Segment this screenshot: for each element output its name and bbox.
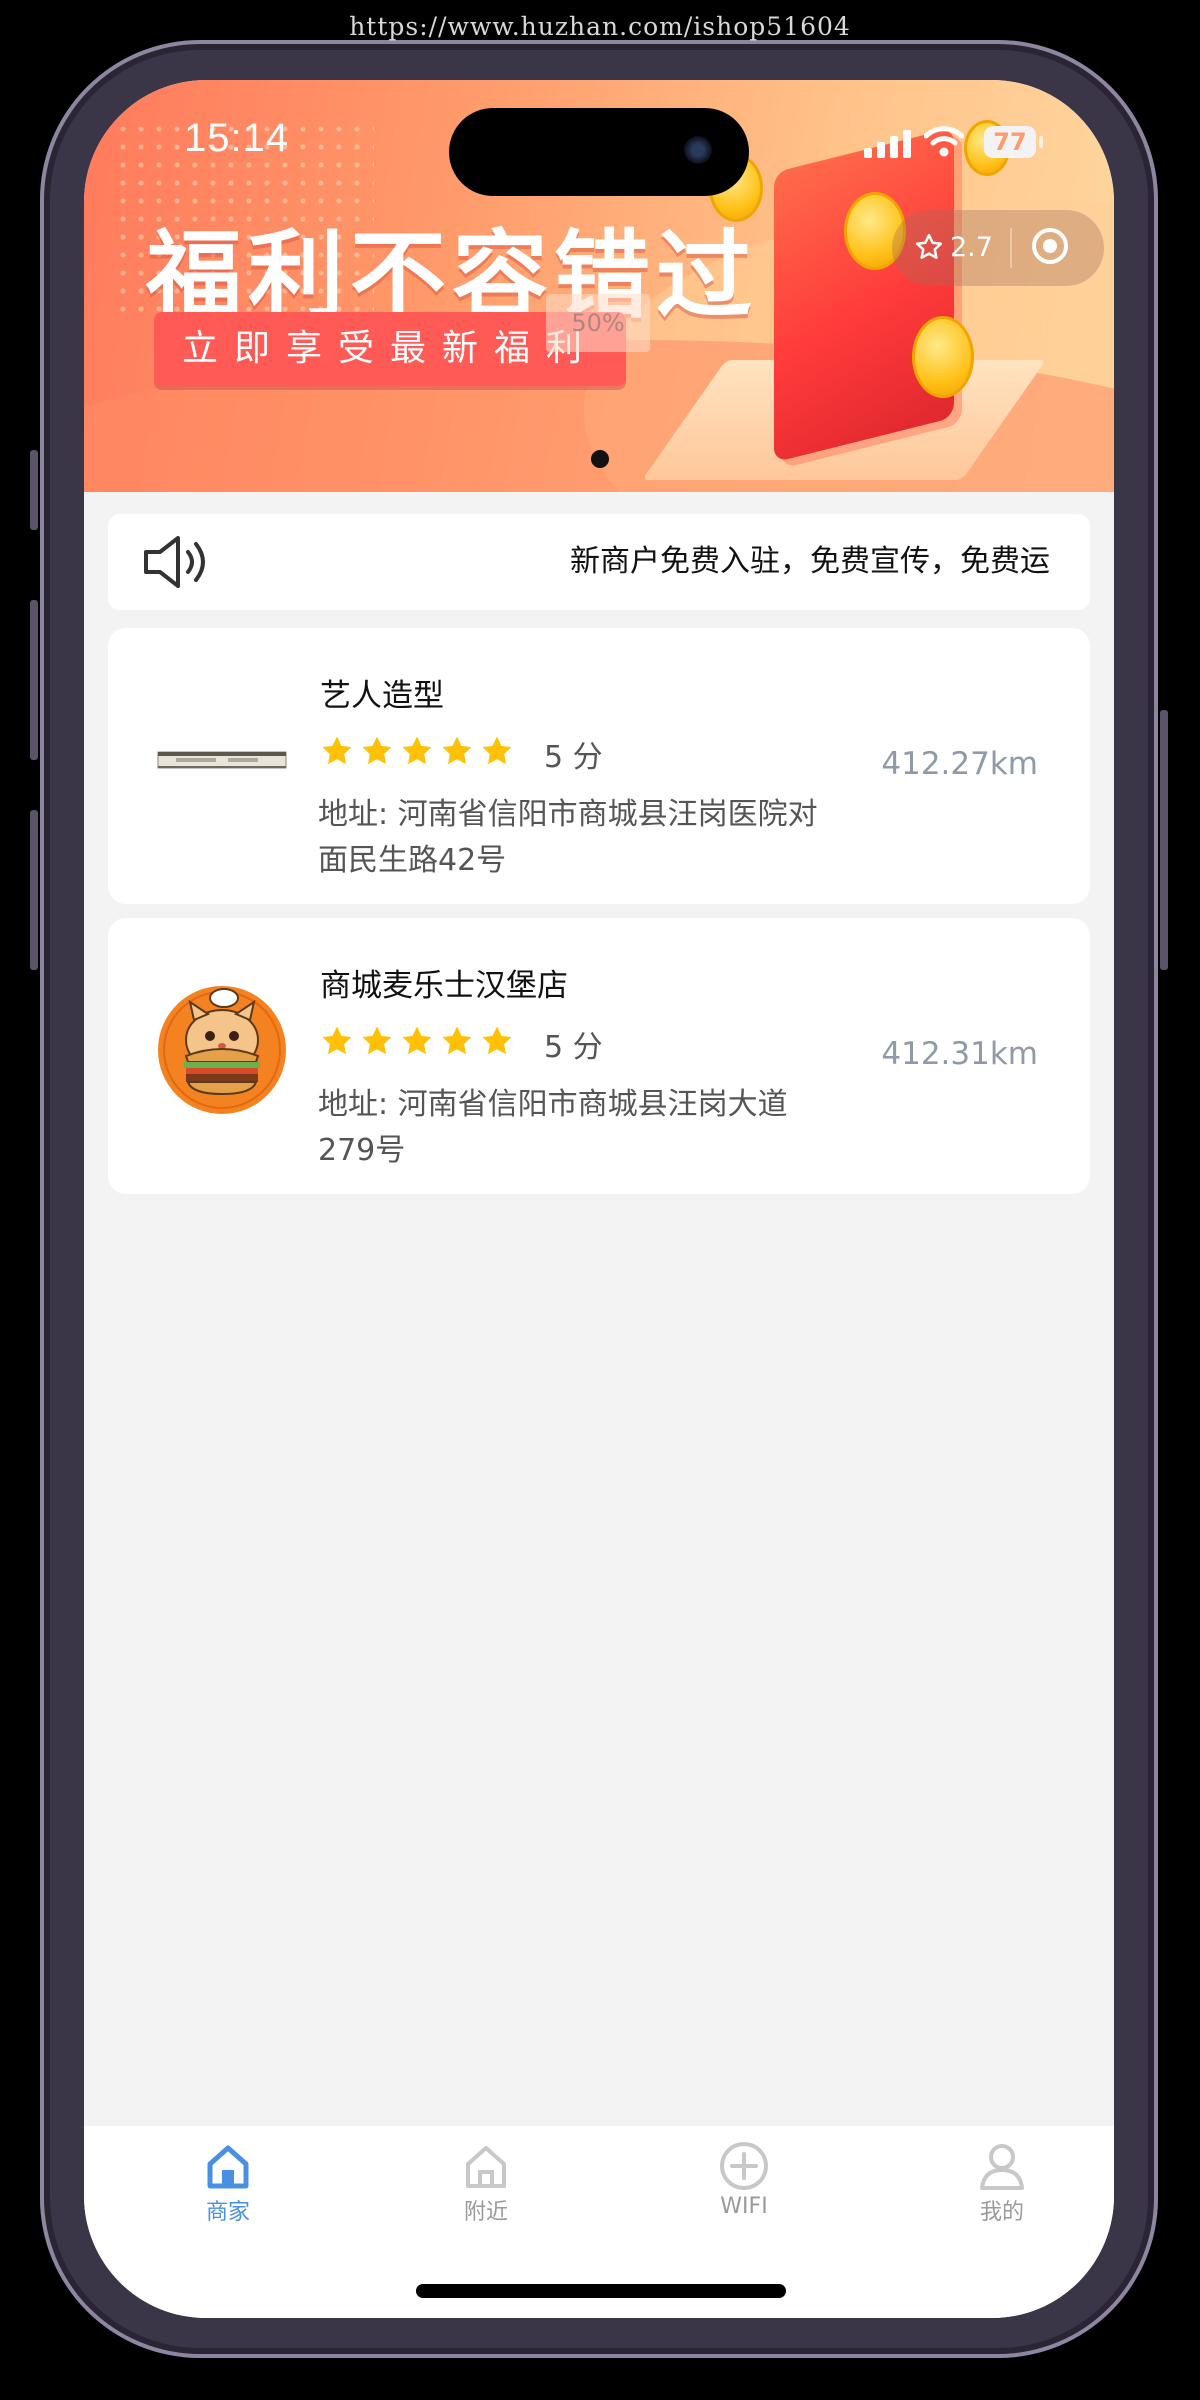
announcement-text: 新商户免费入驻，免费宣传，免费运 (570, 544, 1050, 579)
app-screen: 福利不容错过 立即享受最新福利 50% 15:14 77 2.7 新商户免费入驻… (84, 80, 1114, 2318)
merchant-card[interactable]: 艺人造型 5 分 地址: 河南省信阳市商城县汪岗医院对面民生路42号 412.2… (108, 628, 1090, 904)
status-time: 15:14 (184, 116, 290, 160)
tab-wifi[interactable]: WIFI (674, 2140, 814, 2219)
tab-mine[interactable]: 我的 (932, 2140, 1072, 2226)
merchant-address: 地址: 河南省信阳市商城县汪岗医院对面民生路42号 (318, 797, 818, 878)
star-icon (442, 1026, 472, 1055)
red-envelope-illustration (774, 127, 954, 463)
coin-illustration (912, 316, 974, 398)
watermark-url: https://www.huzhan.com/ishop51604 (349, 12, 851, 41)
home-outline-icon (466, 2146, 506, 2188)
announcement-bar[interactable]: 新商户免费入驻，免费宣传，免费运 (108, 514, 1090, 610)
user-icon (980, 2144, 1024, 2190)
rating-stars (320, 734, 520, 774)
tab-label: 我的 (979, 2200, 1024, 2225)
volume-down-button (30, 810, 38, 970)
capsule-rating: 2.7 (950, 232, 993, 263)
speaker-icon (144, 536, 205, 588)
merchant-name: 艺人造型 (320, 678, 444, 714)
home-indicator[interactable] (416, 2284, 786, 2298)
plus-circle-icon (720, 2142, 768, 2190)
tab-nearby[interactable]: 附近 (416, 2140, 556, 2226)
star-icon (402, 1026, 432, 1055)
rating-score: 5 分 (544, 1030, 603, 1065)
star-icon (322, 736, 352, 765)
merchant-name: 商城麦乐士汉堡店 (320, 968, 568, 1004)
burger-cat-logo-image (158, 986, 286, 1114)
volume-up-button (30, 600, 38, 760)
star-icon (362, 1026, 392, 1055)
merchant-address: 地址: 河南省信阳市商城县汪岗大道279号 (318, 1087, 788, 1168)
tab-label: 附近 (463, 2200, 508, 2225)
cellular-signal-icon (864, 130, 916, 158)
progress-chip: 50% (546, 294, 650, 352)
rating-score: 5 分 (544, 740, 603, 775)
merchant-card[interactable]: 商城麦乐士汉堡店 5 分 地址: 河南省信阳市商城县汪岗大道279号 412.3… (108, 918, 1090, 1194)
tab-merchants[interactable]: 商家 (158, 2140, 298, 2226)
star-icon (482, 1026, 512, 1055)
star-icon (402, 736, 432, 765)
miniprogram-capsule[interactable]: 2.7 (892, 210, 1104, 286)
rating-stars (320, 1024, 520, 1064)
star-icon (482, 736, 512, 765)
merchant-distance: 412.31km (881, 1036, 1038, 1072)
home-icon (207, 2145, 249, 2189)
front-camera (684, 136, 712, 164)
shop-thumbnail-image (157, 751, 287, 769)
wifi-icon (923, 124, 965, 162)
merchant-distance: 412.27km (881, 746, 1038, 782)
action-button (30, 450, 38, 530)
star-icon (322, 1026, 352, 1055)
close-target-icon[interactable] (1032, 228, 1068, 264)
carousel-indicator-dot[interactable] (591, 450, 609, 468)
battery-tip (1039, 136, 1043, 148)
tab-label: WIFI (720, 2194, 768, 2219)
tab-label: 商家 (205, 2200, 250, 2225)
star-icon (442, 736, 472, 765)
battery-indicator: 77 (984, 126, 1036, 158)
power-button (1160, 710, 1168, 970)
star-outline-icon[interactable] (914, 232, 944, 262)
capsule-divider (1010, 228, 1012, 268)
star-icon (362, 736, 392, 765)
